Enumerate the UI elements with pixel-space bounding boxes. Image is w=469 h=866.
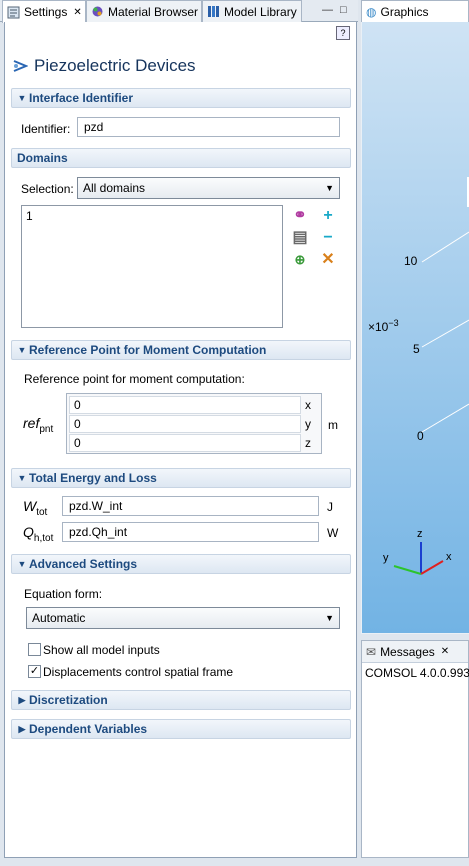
axis-label-z: z xyxy=(417,528,423,540)
page-title: Piezoelectric Devices xyxy=(12,56,196,76)
axis-label-y: y xyxy=(383,552,389,564)
axis-z-label: z xyxy=(305,436,311,450)
ref-x-field[interactable]: 0 xyxy=(69,396,301,414)
show-inputs-label: Show all model inputs xyxy=(43,643,160,657)
ref-unit: m xyxy=(328,418,338,432)
tab-settings[interactable]: Settings ✕ xyxy=(2,0,86,23)
section-domains[interactable]: Domains xyxy=(11,148,351,168)
show-inputs-checkbox[interactable] xyxy=(28,643,41,656)
selection-dropdown[interactable]: All domains ▼ xyxy=(77,177,340,199)
tab-material-browser[interactable]: Material Browser xyxy=(86,0,202,22)
section-reference-point[interactable]: ▼ Reference Point for Moment Computation xyxy=(11,340,351,360)
remove-icon[interactable]: − xyxy=(320,230,336,246)
help-icon[interactable]: ? xyxy=(336,26,350,40)
axis-x-label: x xyxy=(305,398,311,412)
model-library-icon xyxy=(207,5,220,18)
envelope-icon: ✉ xyxy=(366,644,377,659)
chevron-down-icon: ▼ xyxy=(325,183,334,193)
clipboard-icon[interactable]: ▤ xyxy=(292,230,308,246)
axis-triad-icon xyxy=(393,542,444,575)
expand-icon: ▼ xyxy=(17,345,27,355)
material-browser-icon xyxy=(91,5,104,18)
tab-graphics[interactable]: ◍ Graphics xyxy=(361,0,469,22)
expand-icon: ▼ xyxy=(17,93,27,103)
section-discretization[interactable]: ▶ Discretization xyxy=(11,690,351,710)
reference-point-description: Reference point for moment computation: xyxy=(24,372,245,386)
section-advanced-settings[interactable]: ▼ Advanced Settings xyxy=(11,554,351,574)
tab-model-library-label: Model Library xyxy=(224,4,297,19)
piezoelectric-icon xyxy=(12,58,29,74)
minimize-button[interactable]: — xyxy=(322,4,333,16)
chevron-down-icon: ▼ xyxy=(325,613,334,623)
displacements-checkbox[interactable]: ✓ xyxy=(28,665,41,678)
w-tot-unit: J xyxy=(327,500,333,514)
graphics-canvas[interactable]: 10 ×10−3 5 0 z x y xyxy=(362,22,469,633)
tab-settings-label: Settings xyxy=(24,5,68,19)
page-title-text: Piezoelectric Devices xyxy=(34,56,196,75)
add-icon[interactable]: + xyxy=(320,208,336,224)
zoom-selection-icon[interactable]: ⊕ xyxy=(292,252,308,268)
equation-form-dropdown[interactable]: Automatic ▼ xyxy=(26,607,340,629)
graphics-icon: ◍ xyxy=(366,4,377,19)
identifier-label: Identifier: xyxy=(21,122,71,136)
settings-icon xyxy=(7,6,20,19)
ref-z-field[interactable]: 0 xyxy=(69,434,301,452)
q-h-tot-unit: W xyxy=(327,526,339,540)
maximize-button[interactable]: □ xyxy=(340,4,347,16)
q-h-tot-field[interactable]: pzd.Qh_int xyxy=(62,522,319,542)
displacements-label: Displacements control spatial frame xyxy=(43,665,234,679)
reference-point-table: 0 x 0 y 0 z xyxy=(66,393,322,454)
section-dependent-variables[interactable]: ▶ Dependent Variables xyxy=(11,719,351,739)
w-tot-field[interactable]: pzd.W_int xyxy=(62,496,319,516)
messages-panel: ✉ Messages ✕ COMSOL 4.0.0.993 xyxy=(361,640,469,858)
close-icon[interactable]: ✕ xyxy=(73,7,81,18)
clear-selection-icon[interactable]: ✕ xyxy=(320,252,336,268)
tab-material-browser-label: Material Browser xyxy=(108,4,199,19)
ref-symbol: refpnt xyxy=(23,415,54,435)
paste-selection-icon[interactable]: ⚭ xyxy=(292,208,308,224)
axis-y-label: y xyxy=(305,417,311,431)
tab-model-library[interactable]: Model Library xyxy=(202,0,302,22)
settings-tabbar: Settings ✕ Material Browser Model Librar… xyxy=(0,0,358,23)
graphics-panel: ◍ Graphics 10 ×10−3 5 0 z x y xyxy=(361,0,469,634)
ref-y-field[interactable]: 0 xyxy=(69,415,301,433)
section-total-energy[interactable]: ▼ Total Energy and Loss xyxy=(11,468,351,488)
expand-icon: ▶ xyxy=(18,694,26,705)
domain-list[interactable]: 1 xyxy=(21,205,283,328)
settings-panel: ? Piezoelectric Devices ▼ Interface Ident… xyxy=(4,22,357,858)
expand-icon: ▶ xyxy=(18,723,26,734)
expand-icon: ▼ xyxy=(17,473,27,483)
equation-form-label: Equation form: xyxy=(24,587,103,601)
expand-icon: ▼ xyxy=(17,559,27,569)
list-item[interactable]: 1 xyxy=(26,209,278,223)
q-h-tot-symbol: Qh,tot xyxy=(23,524,54,544)
axis-label-x: x xyxy=(446,551,452,563)
section-interface-identifier[interactable]: ▼ Interface Identifier xyxy=(11,88,351,108)
identifier-field[interactable]: pzd xyxy=(77,117,340,137)
selection-label: Selection: xyxy=(21,182,74,196)
tab-messages[interactable]: ✉ Messages ✕ xyxy=(362,641,468,663)
close-icon[interactable]: ✕ xyxy=(441,646,449,657)
messages-text: COMSOL 4.0.0.993 xyxy=(365,666,469,680)
w-tot-symbol: Wtot xyxy=(23,498,48,518)
